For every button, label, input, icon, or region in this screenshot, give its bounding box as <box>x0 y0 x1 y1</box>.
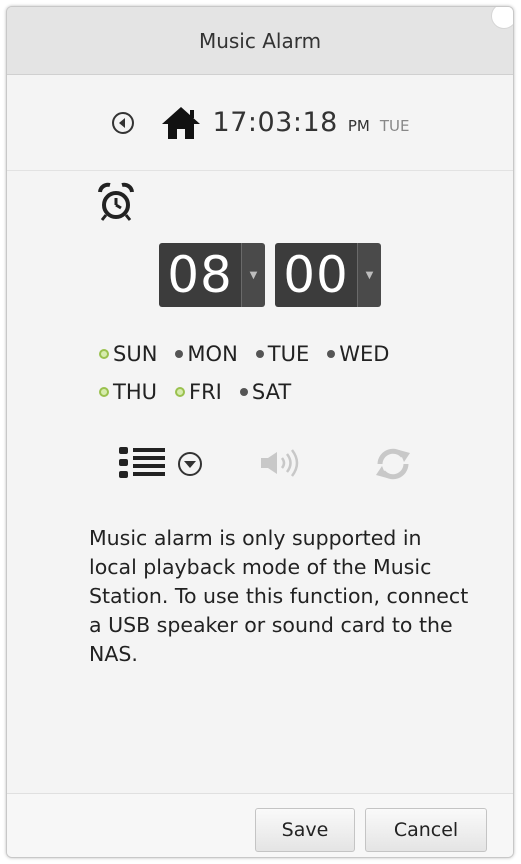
day-checked-dot <box>99 349 109 359</box>
day-unchecked-dot <box>239 388 248 396</box>
current-time: 17:03:18 <box>212 107 338 138</box>
hour-picker[interactable]: 08 ▼ <box>159 243 265 307</box>
day-label: SAT <box>251 380 292 404</box>
day-label: SUN <box>113 342 158 366</box>
day-unchecked-dot <box>327 350 336 358</box>
day-unchecked-dot <box>175 350 184 358</box>
day-toggle-sat[interactable]: SAT <box>239 380 292 404</box>
home-icon[interactable] <box>161 106 201 140</box>
weekday-row-1: SUN MON TUE WED <box>99 335 459 373</box>
dialog-footer: Save Cancel <box>7 793 513 857</box>
dialog-title: Music Alarm <box>198 28 322 53</box>
day-toggle-fri[interactable]: FRI <box>175 380 222 404</box>
hour-dropdown-icon[interactable]: ▼ <box>241 243 265 307</box>
day-checked-dot <box>99 387 109 397</box>
music-alarm-dialog: Music Alarm 17:03:18 PM TUE 08 ▼ 00 ▼ SU… <box>6 6 514 858</box>
day-label: FRI <box>189 380 222 404</box>
minute-picker[interactable]: 00 ▼ <box>275 243 381 307</box>
am-pm-label: PM <box>347 117 370 135</box>
day-toggle-thu[interactable]: THU <box>99 380 157 404</box>
chevron-down-circle-icon[interactable] <box>177 451 203 477</box>
clock-row: 17:03:18 PM TUE <box>7 75 513 171</box>
repeat-icon <box>376 448 410 480</box>
playlist-icon[interactable] <box>119 447 167 479</box>
hour-value[interactable]: 08 <box>159 243 241 307</box>
day-label: WED <box>339 342 390 366</box>
minute-dropdown-icon[interactable]: ▼ <box>357 243 381 307</box>
day-toggle-tue[interactable]: TUE <box>255 342 310 366</box>
alarm-clock-icon <box>98 182 134 221</box>
volume-icon <box>261 449 299 477</box>
day-checked-dot <box>175 387 185 397</box>
current-day: TUE <box>379 117 410 135</box>
save-button[interactable]: Save <box>255 808 355 852</box>
day-toggle-wed[interactable]: WED <box>327 342 389 366</box>
back-circle-icon[interactable] <box>111 111 135 135</box>
day-label: THU <box>113 380 157 404</box>
weekday-row-2: THU FRI SAT <box>99 373 459 411</box>
minute-value[interactable]: 00 <box>275 243 357 307</box>
alarm-time-picker: 08 ▼ 00 ▼ <box>159 243 391 307</box>
day-toggle-mon[interactable]: MON <box>175 342 238 366</box>
day-label: TUE <box>267 342 310 366</box>
corner-fold-icon <box>491 7 513 29</box>
cancel-button[interactable]: Cancel <box>365 808 487 852</box>
weekday-selector: SUN MON TUE WED THU FRI SAT <box>99 335 459 411</box>
alarm-tools-row <box>119 443 429 483</box>
day-label: MON <box>187 342 238 366</box>
day-toggle-sun[interactable]: SUN <box>99 342 157 366</box>
dialog-titlebar: Music Alarm <box>7 7 513 75</box>
local-playback-notice: Music alarm is only supported in local p… <box>89 526 469 666</box>
day-unchecked-dot <box>255 350 264 358</box>
